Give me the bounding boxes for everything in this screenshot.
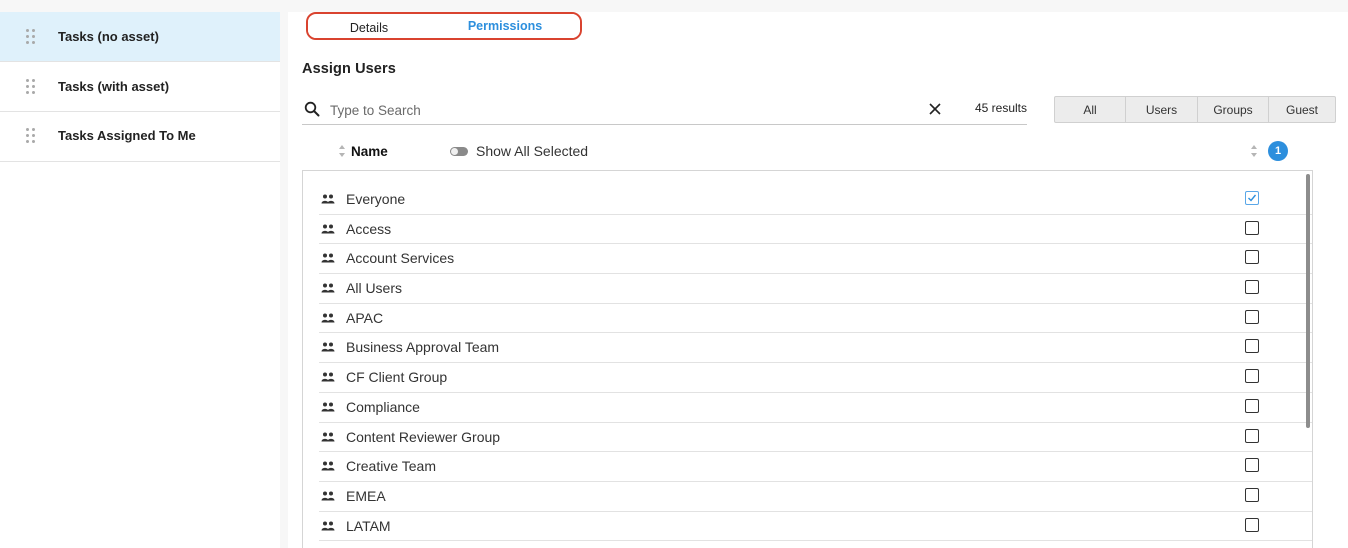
list-item[interactable]: LATAM [319, 512, 1312, 542]
assignee-rows: Everyone Access Account Services All Use… [303, 185, 1312, 542]
sort-icon[interactable] [1250, 144, 1258, 158]
list-item[interactable]: Everyone [319, 185, 1312, 215]
drag-handle-icon[interactable] [26, 78, 36, 95]
tab-details[interactable]: Details [308, 16, 430, 38]
list-item[interactable]: CF Client Group [319, 363, 1312, 393]
checkbox[interactable] [1245, 250, 1259, 265]
checkbox[interactable] [1245, 428, 1259, 443]
list-item-label: Creative Team [346, 458, 437, 475]
list-item-label: Content Reviewer Group [346, 428, 501, 445]
list-item-label: Account Services [346, 250, 455, 267]
checkbox[interactable] [1245, 398, 1259, 413]
filter-groups-button[interactable]: Groups [1198, 97, 1269, 122]
scrollbar[interactable] [1306, 174, 1310, 428]
search-icon [304, 101, 320, 117]
group-icon [321, 342, 335, 352]
group-icon [321, 194, 335, 204]
checkbox[interactable] [1245, 220, 1259, 235]
checkbox[interactable] [1245, 309, 1259, 324]
group-icon [321, 491, 335, 501]
list-item-label: Compliance [346, 398, 420, 415]
list-item[interactable]: Access [319, 215, 1312, 245]
section-title: Assign Users [302, 61, 396, 77]
group-icon [321, 521, 335, 531]
list-item[interactable]: Business Approval Team [319, 333, 1312, 364]
filter-users-button[interactable]: Users [1126, 97, 1198, 122]
sidebar-item-tasks-with-asset[interactable]: Tasks (with asset) [0, 62, 280, 112]
checkbox[interactable] [1245, 487, 1259, 502]
checkbox-checked[interactable] [1245, 191, 1259, 205]
list-item[interactable]: EMEA [319, 482, 1312, 512]
group-icon [321, 253, 335, 263]
main-panel: Details Permissions Assign Users 45 resu… [288, 12, 1348, 548]
sidebar: Tasks (no asset) Tasks (with asset) Task… [0, 12, 280, 548]
checkbox[interactable] [1245, 369, 1259, 384]
list-item-label: Business Approval Team [346, 339, 500, 356]
list-header: Name Show All Selected 1 [302, 139, 1312, 163]
sidebar-item-label: Tasks (no asset) [58, 29, 159, 44]
drag-handle-icon[interactable] [26, 28, 36, 45]
search-bar: 45 results [302, 95, 1027, 125]
list-item[interactable]: Account Services [319, 244, 1312, 275]
tab-permissions[interactable]: Permissions [430, 14, 580, 38]
tab-bar: Details Permissions [306, 12, 582, 40]
sort-icon[interactable] [338, 144, 346, 158]
group-icon [321, 283, 335, 293]
show-all-selected-toggle[interactable] [450, 147, 468, 156]
sidebar-item-label: Tasks Assigned To Me [58, 128, 196, 143]
checkbox[interactable] [1245, 280, 1259, 295]
list-item-label: APAC [346, 309, 384, 326]
search-input[interactable] [330, 99, 890, 121]
list-item[interactable]: Content Reviewer Group [319, 423, 1312, 453]
app-root: Tasks (no asset) Tasks (with asset) Task… [0, 0, 1348, 548]
list-item-label: CF Client Group [346, 369, 448, 386]
checkbox[interactable] [1245, 339, 1259, 354]
list-item[interactable]: Compliance [319, 393, 1312, 423]
filter-segmented-control: All Users Groups Guest [1054, 96, 1336, 123]
group-icon [321, 461, 335, 471]
list-item[interactable]: All Users [319, 274, 1312, 304]
assignee-list: Everyone Access Account Services All Use… [302, 170, 1313, 548]
list-item[interactable]: Creative Team [319, 452, 1312, 482]
list-item-label: Access [346, 220, 392, 237]
filter-guest-button[interactable]: Guest [1269, 97, 1335, 122]
group-icon [321, 432, 335, 441]
list-item[interactable]: APAC [319, 304, 1312, 334]
list-item-label: LATAM [346, 517, 391, 534]
selected-count-badge: 1 [1268, 141, 1288, 161]
list-item-label: All Users [346, 280, 403, 297]
show-all-selected-label: Show All Selected [476, 143, 589, 159]
filter-all-button[interactable]: All [1055, 97, 1126, 122]
drag-handle-icon[interactable] [26, 128, 36, 144]
checkbox[interactable] [1245, 458, 1259, 473]
list-item-label: EMEA [346, 487, 386, 504]
group-icon [321, 372, 335, 382]
close-icon[interactable] [928, 102, 942, 116]
checkbox[interactable] [1245, 517, 1259, 532]
name-column-header[interactable]: Name [351, 144, 388, 159]
group-icon [321, 402, 335, 412]
sidebar-item-tasks-assigned-to-me[interactable]: Tasks Assigned To Me [0, 112, 280, 162]
check-icon [1248, 194, 1257, 202]
sidebar-item-tasks-no-asset[interactable]: Tasks (no asset) [0, 12, 280, 62]
group-icon [321, 313, 335, 323]
sidebar-item-label: Tasks (with asset) [58, 79, 170, 94]
list-item-label: Everyone [346, 191, 406, 207]
group-icon [321, 224, 335, 234]
results-count: 45 results [974, 101, 1027, 115]
